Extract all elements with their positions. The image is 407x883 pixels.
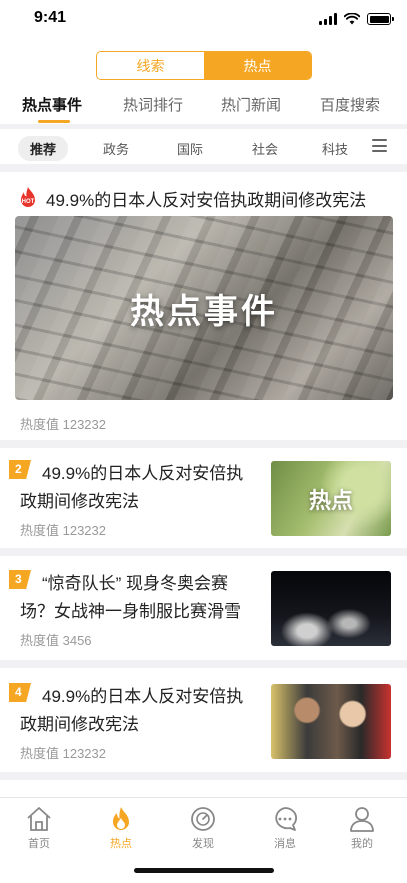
news-thumbnail[interactable] xyxy=(271,571,391,646)
featured-image[interactable]: 热点事件 xyxy=(15,216,393,400)
tab-hot-word-ranking[interactable]: 热词排行 xyxy=(123,94,183,115)
wifi-icon xyxy=(344,13,360,25)
news-title[interactable]: 49.9%的日本人反对安倍执政期间修改宪法 xyxy=(20,683,256,739)
news-thumbnail[interactable] xyxy=(271,684,391,759)
category-international[interactable]: 国际 xyxy=(177,136,203,161)
hot-badge-text: HOT xyxy=(22,199,35,205)
featured-heat-value: 热度值 123232 xyxy=(20,417,106,432)
status-bar: 9:41 xyxy=(0,0,407,40)
tab-hot-events[interactable]: 热点事件 xyxy=(22,94,82,115)
home-icon xyxy=(27,807,51,831)
news-title[interactable]: “惊奇队长” 现身冬奥会赛场？女战神一身制服比赛滑雪 xyxy=(20,570,256,626)
home-indicator xyxy=(134,868,274,873)
segment-hot-button[interactable]: 热点 xyxy=(204,52,311,79)
news-heat-value: 热度值 123232 xyxy=(20,523,106,538)
hot-flame-icon: HOT xyxy=(21,187,35,207)
message-icon xyxy=(275,807,298,831)
news-heat-value: 热度值 123232 xyxy=(20,746,106,761)
category-society[interactable]: 社会 xyxy=(252,136,278,161)
battery-icon xyxy=(367,13,394,25)
category-technology[interactable]: 科技 xyxy=(322,136,348,161)
thumbnail-caption: 热点 xyxy=(308,488,353,513)
nav-hot[interactable]: 热点 xyxy=(91,806,151,851)
featured-image-caption: 热点事件 xyxy=(130,293,278,331)
news-title[interactable]: 49.9%的日本人反对安倍执政期间修改宪法 xyxy=(20,460,256,516)
nav-profile-label: 我的 xyxy=(351,838,373,850)
nav-hot-label: 热点 xyxy=(110,838,132,850)
segment-switch: 线索 热点 xyxy=(96,51,312,80)
nav-messages[interactable]: 消息 xyxy=(255,806,315,851)
list-item[interactable]: 49.9%的日本人反对安倍执政期间修改宪法 4 热度值 123232 xyxy=(0,671,407,771)
user-icon xyxy=(350,807,374,832)
nav-discover-label: 发现 xyxy=(192,838,214,850)
flame-icon xyxy=(113,807,129,830)
category-menu-icon[interactable] xyxy=(372,139,387,152)
featured-story[interactable]: HOT 49.9%的日本人反对安倍执政期间修改宪法 热点事件 热度值 12323… xyxy=(0,172,407,440)
news-thumbnail[interactable]: 热点 xyxy=(271,461,391,536)
list-item[interactable]: “惊奇队长” 现身冬奥会赛场？女战神一身制服比赛滑雪 3 热度值 3456 xyxy=(0,558,407,658)
category-bar: 推荐 政务 国际 社会 科技 xyxy=(0,130,407,164)
tab-baidu-search[interactable]: 百度搜索 xyxy=(320,94,380,115)
main-tabs: 热点事件 热词排行 热门新闻 百度搜索 xyxy=(0,90,407,123)
nav-home[interactable]: 首页 xyxy=(9,806,69,851)
status-icons xyxy=(319,13,394,25)
category-recommended[interactable]: 推荐 xyxy=(18,136,68,161)
nav-discover[interactable]: 发现 xyxy=(173,806,233,851)
cellular-signal-icon xyxy=(319,13,337,25)
list-item[interactable]: 49.9%的日本人反对安倍执政期间修改宪法 2 热度值 123232 热点 xyxy=(0,448,407,548)
active-tab-indicator xyxy=(38,120,70,123)
nav-home-label: 首页 xyxy=(28,838,50,850)
divider xyxy=(0,660,407,668)
divider xyxy=(0,440,407,448)
featured-title[interactable]: 49.9%的日本人反对安倍执政期间修改宪法 xyxy=(46,186,366,211)
category-government[interactable]: 政务 xyxy=(103,136,129,161)
nav-messages-label: 消息 xyxy=(274,838,296,850)
divider xyxy=(0,164,407,172)
segment-clues-button[interactable]: 线索 xyxy=(97,52,204,79)
divider xyxy=(0,772,407,780)
status-time: 9:41 xyxy=(34,9,67,26)
compass-icon xyxy=(191,807,215,831)
divider xyxy=(0,124,407,129)
divider xyxy=(0,548,407,556)
news-heat-value: 热度值 3456 xyxy=(20,633,92,648)
nav-profile[interactable]: 我的 xyxy=(332,806,392,851)
tab-popular-news[interactable]: 热门新闻 xyxy=(221,94,281,115)
